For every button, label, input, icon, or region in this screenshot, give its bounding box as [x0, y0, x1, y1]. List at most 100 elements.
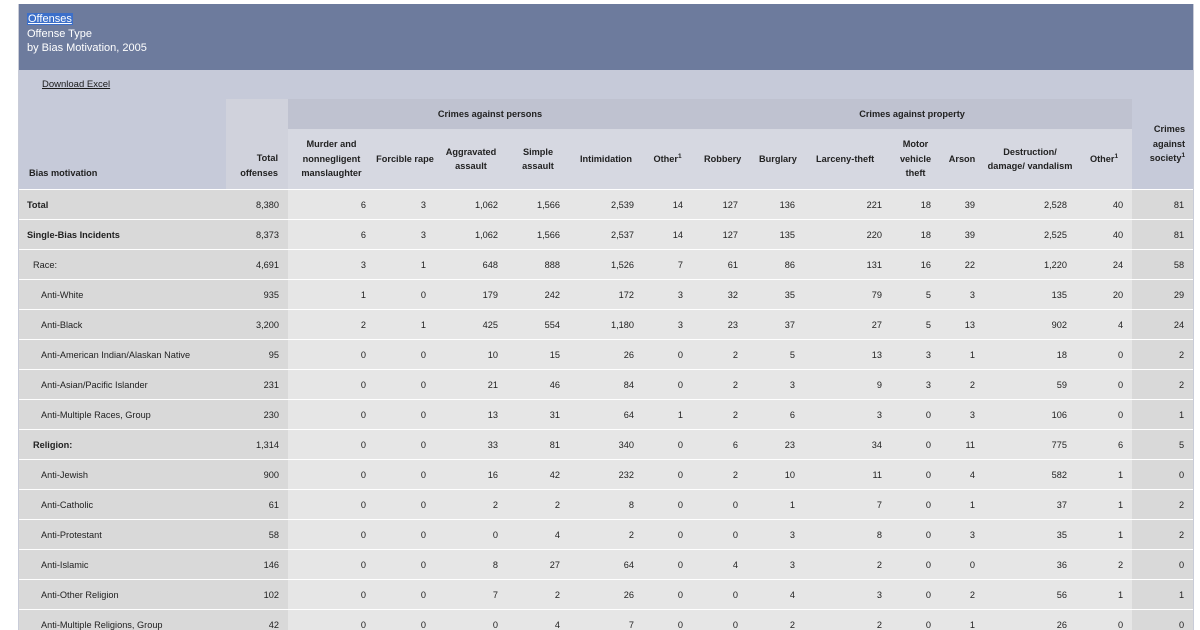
table-cell: 3,200 [226, 309, 288, 340]
row-label: Anti-Catholic [19, 489, 226, 520]
table-cell: 131 [804, 249, 892, 280]
offense-table: Bias motivation Total offenses Crimes ag… [19, 99, 1193, 630]
table-cell: 0 [375, 279, 435, 310]
table-cell: 0 [288, 549, 375, 580]
table-cell: 0 [692, 489, 748, 520]
col-header-person-0: Murder and nonnegligent manslaughter [288, 129, 375, 190]
table-cell: 775 [984, 429, 1077, 460]
table-cell: 1 [747, 489, 805, 520]
table-cell: 1,062 [435, 219, 507, 250]
table-cell: 0 [375, 399, 435, 430]
col-header-property-2: Larceny-theft [804, 129, 892, 190]
row-label: Anti-American Indian/Alaskan Native [19, 339, 226, 370]
table-cell: 4 [692, 549, 748, 580]
table-cell: 34 [804, 429, 892, 460]
table-row: Total 8,380 6 3 1,062 1,566 2,539 14 127 136 221 18… [19, 189, 1193, 220]
table-cell: 39 [940, 219, 985, 250]
table-cell: 0 [1132, 609, 1193, 630]
col-header-person-3: Simple assault [507, 129, 569, 190]
table-cell: 18 [984, 339, 1077, 370]
table-cell: 0 [692, 519, 748, 550]
report-title: Offense Type [27, 27, 93, 40]
offenses-link[interactable]: Offenses [27, 13, 73, 25]
table-cell: 2 [692, 369, 748, 400]
table-cell: 81 [1132, 219, 1193, 250]
table-cell: 3 [891, 339, 941, 370]
table-cell: 221 [804, 189, 892, 220]
toolbar: Download Excel [19, 70, 1193, 99]
download-excel-link[interactable]: Download Excel [42, 79, 110, 90]
table-cell: 242 [507, 279, 569, 310]
table-cell: 4 [507, 519, 569, 550]
table-cell: 16 [435, 459, 507, 490]
table-cell: 1,566 [507, 189, 569, 220]
table-cell: 0 [288, 579, 375, 610]
table-cell: 0 [375, 519, 435, 550]
table-cell: 21 [435, 369, 507, 400]
table-cell: 36 [984, 549, 1077, 580]
table-cell: 27 [804, 309, 892, 340]
table-cell: 4 [507, 609, 569, 630]
table-cell: 232 [569, 459, 643, 490]
table-cell: 7 [643, 249, 693, 280]
table-cell: 1 [643, 399, 693, 430]
table-cell: 0 [643, 609, 693, 630]
table-cell: 0 [375, 489, 435, 520]
table-cell: 7 [804, 489, 892, 520]
table-cell: 16 [891, 249, 941, 280]
table-cell: 2,537 [569, 219, 643, 250]
row-label: Anti-Asian/Pacific Islander [19, 369, 226, 400]
table-cell: 127 [692, 189, 748, 220]
table-cell: 3 [375, 219, 435, 250]
table-cell: 2 [692, 459, 748, 490]
table-cell: 14 [643, 189, 693, 220]
table-cell: 8,373 [226, 219, 288, 250]
table-row: Anti-Jewish 900 0 0 16 42 232 0 2 10 11 0 4 582 1 0 [19, 459, 1193, 490]
table-cell: 135 [984, 279, 1077, 310]
table-cell: 18 [891, 219, 941, 250]
table-row: Anti-Protestant 58 0 0 0 4 2 0 0 3 8 0 3 35 1 2 [19, 519, 1193, 550]
table-cell: 29 [1132, 279, 1193, 310]
table-cell: 0 [643, 339, 693, 370]
society-header: Crimes against society1 [1132, 99, 1193, 190]
table-cell: 20 [1076, 279, 1133, 310]
table-cell: 1 [1076, 459, 1133, 490]
table-cell: 42 [507, 459, 569, 490]
table-cell: 1 [940, 489, 985, 520]
table-cell: 106 [984, 399, 1077, 430]
table-cell: 3 [643, 279, 693, 310]
table-cell: 1 [1076, 519, 1133, 550]
table-cell: 1,314 [226, 429, 288, 460]
table-cell: 3 [375, 189, 435, 220]
table-cell: 86 [747, 249, 805, 280]
table-cell: 4 [940, 459, 985, 490]
table-cell: 0 [891, 549, 941, 580]
table-cell: 2 [569, 519, 643, 550]
table-cell: 23 [692, 309, 748, 340]
table-cell: 40 [1076, 219, 1133, 250]
table-cell: 2 [804, 549, 892, 580]
table-cell: 39 [940, 189, 985, 220]
table-cell: 3 [804, 399, 892, 430]
col-header-property-3: Motor vehicle theft [891, 129, 941, 190]
table-cell: 2 [1132, 519, 1193, 550]
row-label: Total [19, 189, 226, 220]
table-cell: 0 [940, 549, 985, 580]
table-cell: 172 [569, 279, 643, 310]
table-cell: 1 [1076, 579, 1133, 610]
table-cell: 179 [435, 279, 507, 310]
table-cell: 0 [643, 549, 693, 580]
table-cell: 95 [226, 339, 288, 370]
table-cell: 11 [804, 459, 892, 490]
table-cell: 0 [288, 489, 375, 520]
table-cell: 0 [891, 609, 941, 630]
table-cell: 0 [375, 579, 435, 610]
table-cell: 46 [507, 369, 569, 400]
table-cell: 340 [569, 429, 643, 460]
table-cell: 1,220 [984, 249, 1077, 280]
table-cell: 7 [435, 579, 507, 610]
table-cell: 35 [984, 519, 1077, 550]
table-cell: 42 [226, 609, 288, 630]
table-cell: 5 [891, 279, 941, 310]
table-cell: 4 [747, 579, 805, 610]
